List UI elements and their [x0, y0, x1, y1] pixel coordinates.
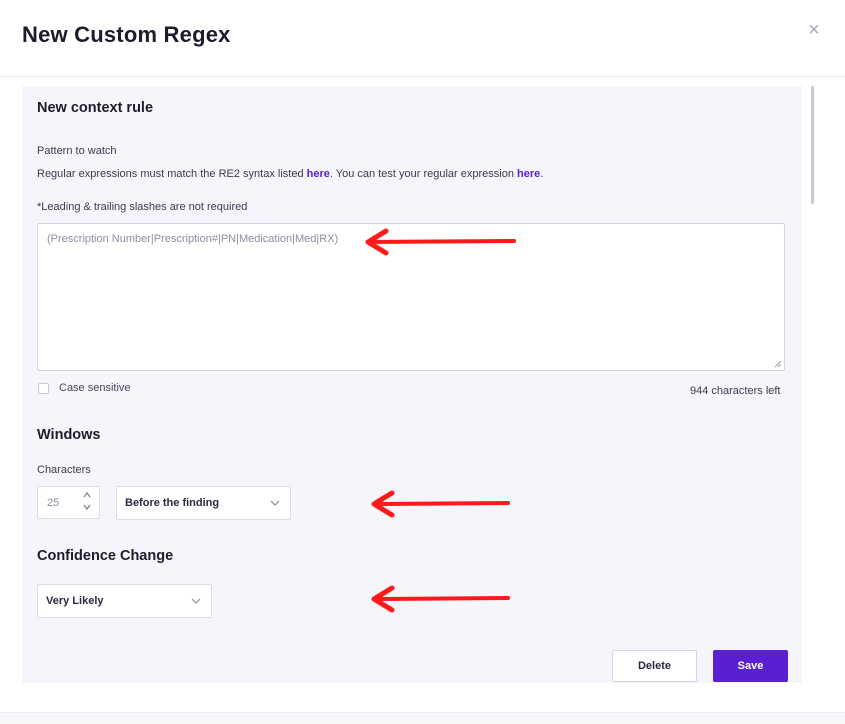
characters-label: Characters	[37, 464, 91, 476]
section-title-windows: Windows	[37, 427, 101, 443]
regex-help-text: Regular expressions must match the RE2 s…	[37, 168, 543, 180]
close-icon[interactable]: ×	[803, 19, 825, 41]
chevron-down-icon	[270, 500, 280, 506]
case-sensitive-row[interactable]: Case sensitive	[38, 382, 131, 394]
help-text-middle: . You can test your regular expression	[329, 168, 517, 180]
modal-title: New Custom Regex	[22, 22, 231, 47]
annotation-arrow-windows	[371, 490, 510, 518]
characters-left-counter: 944 characters left	[690, 385, 781, 397]
case-sensitive-label: Case sensitive	[59, 382, 131, 394]
re2-syntax-link[interactable]: here	[307, 168, 330, 180]
stepper-arrows[interactable]	[81, 491, 93, 515]
pattern-value: (Prescription Number|Prescription#|PN|Me…	[47, 233, 339, 245]
help-text-suffix: .	[540, 168, 544, 180]
annotation-arrow-confidence	[371, 585, 510, 613]
section-title-confidence: Confidence Change	[37, 548, 174, 564]
modal-footer-divider	[0, 712, 845, 724]
annotation-arrow-pattern	[365, 228, 516, 256]
slashes-note: *Leading & trailing slashes are not requ…	[37, 201, 248, 213]
pattern-label: Pattern to watch	[37, 145, 117, 157]
case-sensitive-checkbox[interactable]	[38, 382, 49, 394]
stepper-up-icon[interactable]	[83, 491, 91, 499]
confidence-select[interactable]: Very Likely	[37, 584, 212, 618]
stepper-down-icon[interactable]	[83, 503, 91, 511]
save-button[interactable]: Save	[713, 650, 788, 682]
resize-grip-icon[interactable]	[774, 360, 782, 368]
scrollbar-thumb[interactable]	[811, 86, 814, 204]
modal-header: New Custom Regex ×	[0, 0, 845, 77]
chevron-down-icon	[191, 598, 201, 604]
confidence-value: Very Likely	[46, 595, 104, 607]
test-regex-link[interactable]: here	[517, 168, 540, 180]
section-title-context-rule: New context rule	[37, 100, 154, 116]
window-position-select[interactable]: Before the finding	[116, 486, 291, 520]
help-text-prefix: Regular expressions must match the RE2 s…	[37, 168, 307, 180]
characters-value: 25	[47, 497, 60, 509]
window-position-value: Before the finding	[125, 497, 220, 509]
characters-stepper[interactable]: 25	[37, 486, 100, 519]
delete-button[interactable]: Delete	[612, 650, 697, 682]
